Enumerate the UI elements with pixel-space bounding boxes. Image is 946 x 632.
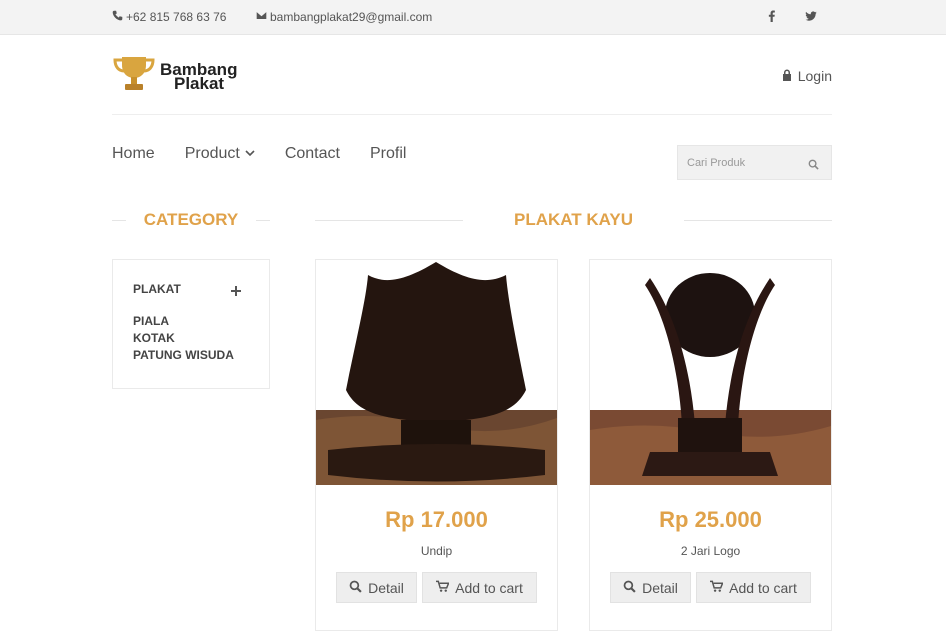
product-price: Rp 25.000 xyxy=(659,507,762,532)
plus-icon[interactable] xyxy=(231,283,241,296)
main-title-line-left xyxy=(315,220,463,221)
nav-profil[interactable]: Profil xyxy=(370,145,406,163)
search-icon xyxy=(623,580,636,596)
detail-button[interactable]: Detail xyxy=(610,572,691,603)
add-to-cart-button[interactable]: Add to cart xyxy=(696,572,811,603)
search-input[interactable] xyxy=(678,146,793,179)
main-nav: Home Product Contact Profil xyxy=(112,145,436,163)
category-title-line-left xyxy=(112,220,126,221)
twitter-icon[interactable] xyxy=(805,9,819,23)
cart-icon xyxy=(710,580,724,596)
product-price: Rp 17.000 xyxy=(385,507,488,532)
product-name[interactable]: Undip xyxy=(316,544,557,558)
category-title-line-right xyxy=(256,220,270,221)
top-bar: +62 815 768 63 76 bambangplakat29@gmail.… xyxy=(0,0,946,35)
category-kotak[interactable]: KOTAK xyxy=(133,331,175,345)
site-header: Bambang Plakat Login xyxy=(0,35,946,115)
facebook-icon[interactable] xyxy=(766,9,780,23)
detail-button[interactable]: Detail xyxy=(336,572,417,603)
add-to-cart-label: Add to cart xyxy=(729,579,797,596)
product-image[interactable] xyxy=(590,260,831,485)
category-piala[interactable]: PIALA xyxy=(133,314,169,328)
category-patung-wisuda[interactable]: PATUNG WISUDA xyxy=(133,348,234,362)
header-divider xyxy=(112,114,832,115)
detail-label: Detail xyxy=(642,579,678,596)
product-card: Rp 17.000 Undip Detail Add to cart xyxy=(315,259,558,631)
add-to-cart-button[interactable]: Add to cart xyxy=(422,572,537,603)
detail-label: Detail xyxy=(368,579,404,596)
nav-home[interactable]: Home xyxy=(112,145,155,163)
product-name[interactable]: 2 Jari Logo xyxy=(590,544,831,558)
category-plakat[interactable]: PLAKAT xyxy=(133,282,181,296)
logo-line-2: Plakat xyxy=(174,73,225,93)
email-contact[interactable]: bambangplakat29@gmail.com xyxy=(256,10,432,24)
main-title: PLAKAT KAYU xyxy=(513,210,633,229)
product-card: Rp 25.000 2 Jari Logo Detail Add to cart xyxy=(589,259,832,631)
envelope-icon xyxy=(256,10,267,24)
email-address[interactable]: bambangplakat29@gmail.com xyxy=(270,10,432,24)
phone-icon xyxy=(112,10,123,24)
search-icon[interactable] xyxy=(808,157,819,170)
phone-number: +62 815 768 63 76 xyxy=(126,10,227,24)
search-box xyxy=(677,145,832,180)
trophy-icon xyxy=(112,55,156,98)
chevron-down-icon xyxy=(245,145,255,163)
login-label[interactable]: Login xyxy=(798,68,832,84)
cart-icon xyxy=(436,580,450,596)
logo-text: Bambang Plakat xyxy=(160,61,237,93)
nav-product-label[interactable]: Product xyxy=(185,145,240,163)
phone-contact: +62 815 768 63 76 xyxy=(112,10,226,24)
site-logo[interactable]: Bambang Plakat xyxy=(112,55,237,98)
search-icon xyxy=(349,580,362,596)
main-title-line-right xyxy=(684,220,832,221)
nav-product[interactable]: Product xyxy=(185,145,255,163)
lock-icon xyxy=(782,68,792,84)
login-link[interactable]: Login xyxy=(782,68,832,84)
nav-contact[interactable]: Contact xyxy=(285,145,340,163)
product-image[interactable] xyxy=(316,260,557,485)
category-title: CATEGORY xyxy=(143,210,239,229)
category-list: PLAKAT PIALA KOTAK PATUNG WISUDA xyxy=(112,259,270,389)
add-to-cart-label: Add to cart xyxy=(455,579,523,596)
